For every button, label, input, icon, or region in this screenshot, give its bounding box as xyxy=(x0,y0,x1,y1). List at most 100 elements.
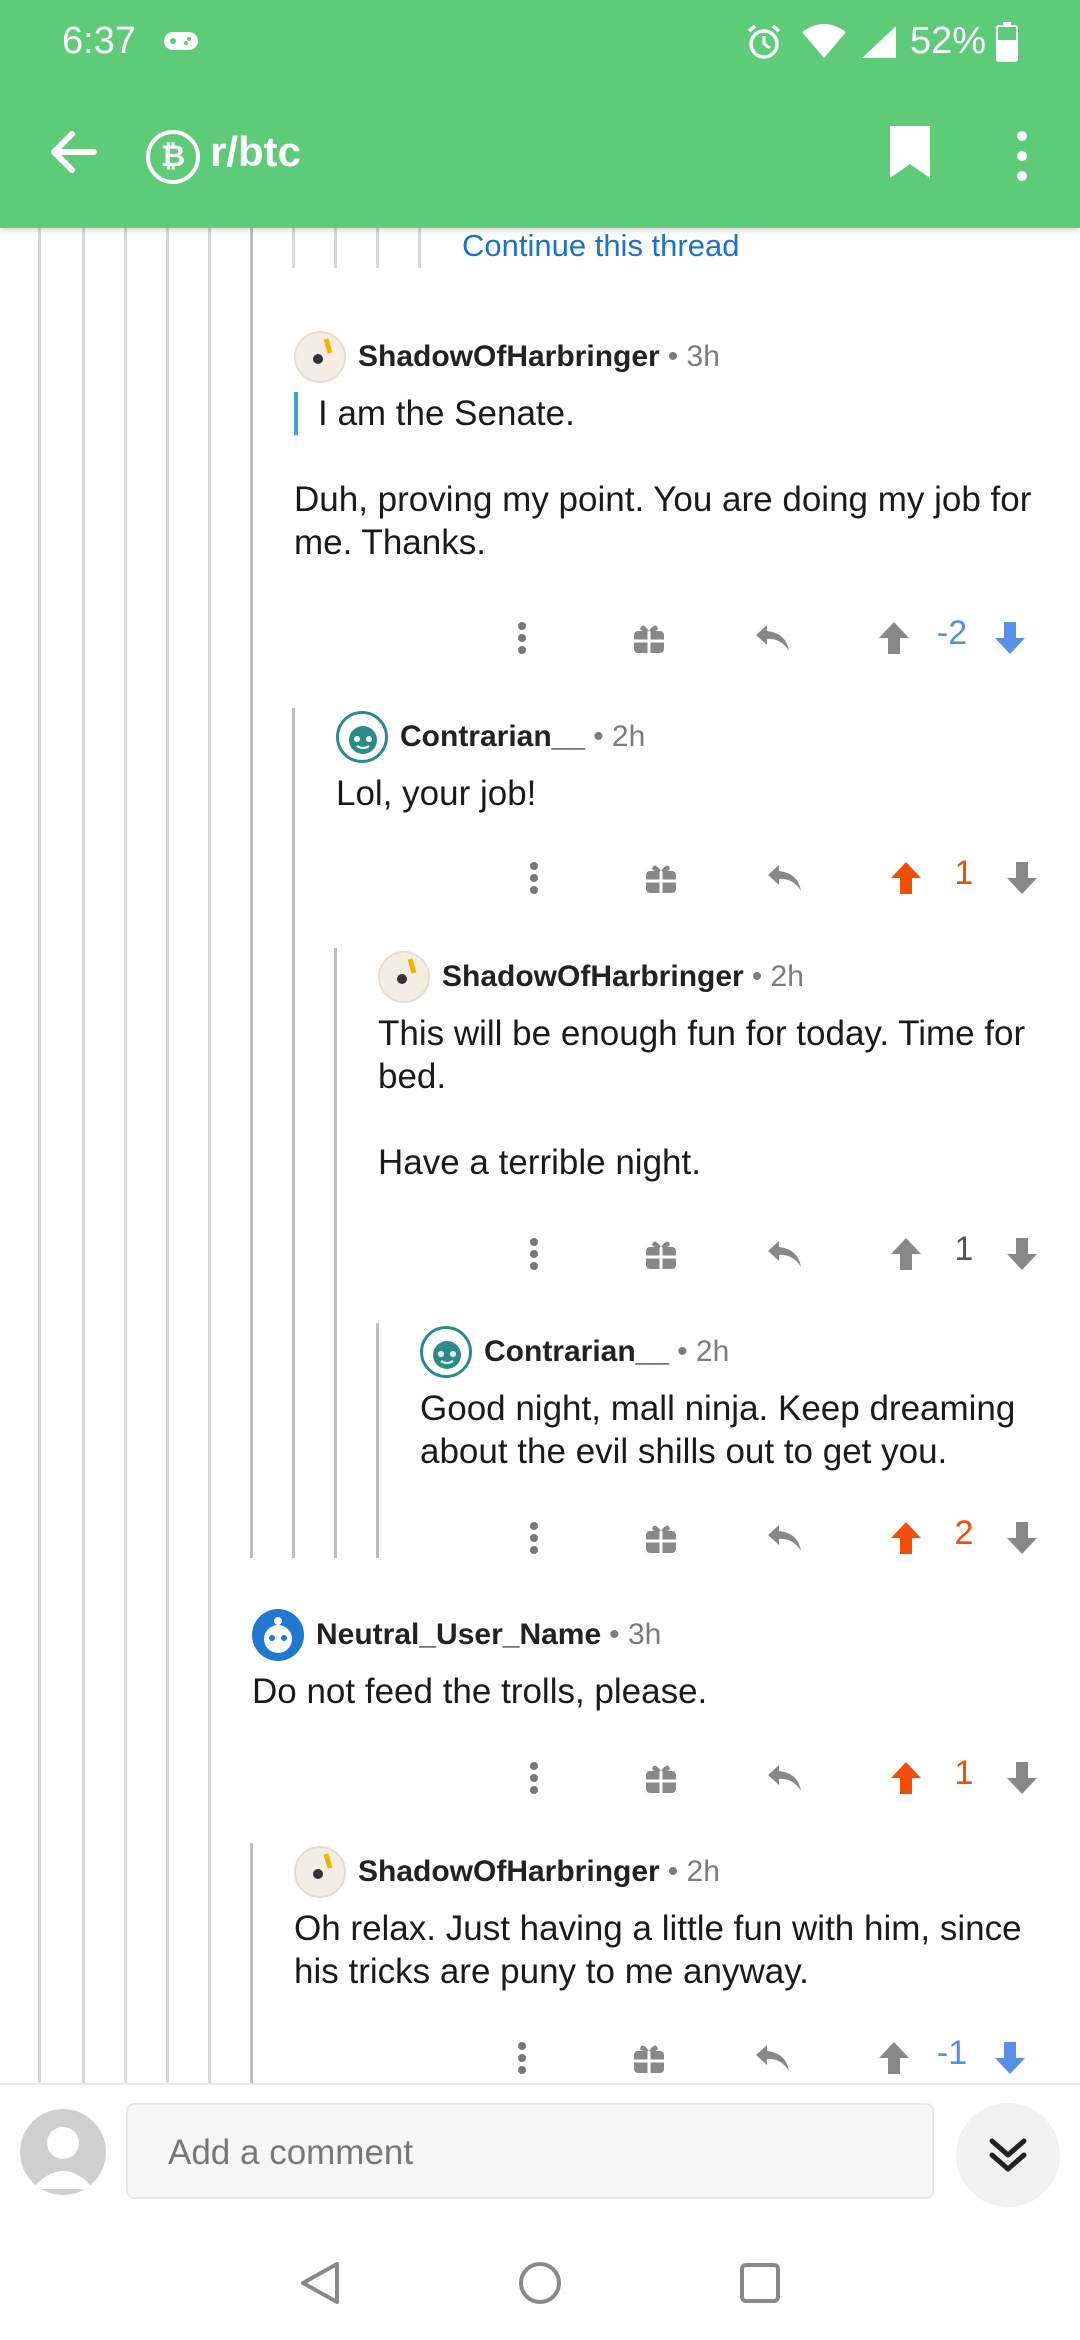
comment-thread[interactable]: Continue this thread ShadowOfHarbringer … xyxy=(0,228,1080,2083)
downvote-icon[interactable] xyxy=(1002,848,1042,908)
thread-line[interactable] xyxy=(376,1323,379,1558)
reply-icon[interactable] xyxy=(748,2028,798,2083)
upvote-icon[interactable] xyxy=(874,608,914,668)
thread-line[interactable] xyxy=(208,228,211,2083)
upvote-icon[interactable] xyxy=(886,1508,926,1568)
comment-body: This will be enough fun for today. Time … xyxy=(378,1012,1068,1184)
comment-time: • 3h xyxy=(609,1618,662,1651)
nav-back-icon[interactable] xyxy=(290,2253,350,2313)
username[interactable]: ShadowOfHarbringer xyxy=(442,960,744,994)
downvote-icon[interactable] xyxy=(1002,1224,1042,1284)
comment-actions: 2 xyxy=(502,1508,1062,1568)
comment: ShadowOfHarbringer • 2h This will be eno… xyxy=(378,948,1068,1184)
comment-paragraph: This will be enough fun for today. Time … xyxy=(378,1014,1026,1096)
thread-line[interactable] xyxy=(166,228,169,2083)
collapse-button[interactable] xyxy=(956,2103,1060,2207)
back-button[interactable] xyxy=(44,122,104,182)
comment: Contrarian__ • 2h Lol, your job! xyxy=(336,708,1056,815)
downvote-icon[interactable] xyxy=(990,608,1030,668)
thread-line[interactable] xyxy=(292,228,295,268)
gift-icon[interactable] xyxy=(636,1508,686,1568)
battery-percent: 52% xyxy=(910,20,987,62)
comment-actions: -2 xyxy=(490,608,1050,668)
thread-line[interactable] xyxy=(292,708,295,1558)
username[interactable]: ShadowOfHarbringer xyxy=(358,1855,660,1889)
time-text: 2h xyxy=(611,720,646,753)
comment-header: ShadowOfHarbringer • 2h xyxy=(294,1843,1064,1901)
more-options-icon[interactable] xyxy=(514,1748,554,1808)
thread-line[interactable] xyxy=(250,228,253,1558)
downvote-icon[interactable] xyxy=(1002,1508,1042,1568)
thread-line[interactable] xyxy=(418,228,421,268)
gift-icon[interactable] xyxy=(636,1748,686,1808)
comment-actions: 1 xyxy=(502,1748,1062,1808)
username[interactable]: Contrarian__ xyxy=(484,1335,669,1369)
overflow-menu-button[interactable] xyxy=(1004,126,1040,186)
upvote-icon[interactable] xyxy=(886,1748,926,1808)
add-comment-input[interactable]: Add a comment xyxy=(126,2103,934,2199)
thread-line[interactable] xyxy=(334,228,337,268)
game-controller-icon xyxy=(162,26,200,61)
comment-time: • 2h xyxy=(667,1855,720,1888)
comment-time: • 2h xyxy=(593,720,646,753)
more-options-icon[interactable] xyxy=(514,1508,554,1568)
comment-body: Oh relax. Just having a little fun with … xyxy=(294,1907,1064,1993)
upvote-icon[interactable] xyxy=(886,1224,926,1284)
comment-time: • 2h xyxy=(751,960,804,993)
gift-icon[interactable] xyxy=(624,2028,674,2083)
thread-line[interactable] xyxy=(376,228,379,268)
gift-icon[interactable] xyxy=(624,608,674,668)
score: 1 xyxy=(954,1754,974,1792)
gift-icon[interactable] xyxy=(636,1224,686,1284)
upvote-icon[interactable] xyxy=(886,848,926,908)
username[interactable]: Neutral_User_Name xyxy=(316,1618,601,1652)
more-options-icon[interactable] xyxy=(514,848,554,908)
comment-header: ShadowOfHarbringer • 3h xyxy=(294,328,1054,386)
avatar[interactable] xyxy=(294,1846,346,1898)
thread-line[interactable] xyxy=(124,228,127,2083)
more-options-icon[interactable] xyxy=(514,1224,554,1284)
downvote-icon[interactable] xyxy=(1002,1748,1042,1808)
app-bar: 6:37 52% ₿ r/btc xyxy=(0,0,1080,228)
reply-icon[interactable] xyxy=(760,848,810,908)
avatar[interactable] xyxy=(420,1326,472,1378)
nav-recents-icon[interactable] xyxy=(730,2253,790,2313)
reply-icon[interactable] xyxy=(760,1748,810,1808)
subreddit-name[interactable]: r/btc xyxy=(210,128,301,176)
reply-icon[interactable] xyxy=(760,1224,810,1284)
thread-line[interactable] xyxy=(82,228,85,2083)
bookmark-button[interactable] xyxy=(884,122,936,182)
more-options-icon[interactable] xyxy=(502,608,542,668)
time-text: 3h xyxy=(628,1618,662,1651)
more-options-icon[interactable] xyxy=(502,2028,542,2083)
username[interactable]: Contrarian__ xyxy=(400,720,585,754)
bitcoin-icon[interactable]: ₿ xyxy=(146,130,200,184)
thread-line[interactable] xyxy=(38,228,41,2083)
upvote-icon[interactable] xyxy=(874,2028,914,2083)
thread-line[interactable] xyxy=(334,948,337,1558)
comment: Neutral_User_Name • 3h Do not feed the t… xyxy=(252,1606,1052,1713)
nav-home-icon[interactable] xyxy=(510,2253,570,2313)
user-avatar[interactable] xyxy=(20,2109,106,2195)
avatar[interactable] xyxy=(294,331,346,383)
gift-icon[interactable] xyxy=(636,848,686,908)
avatar[interactable] xyxy=(336,711,388,763)
avatar[interactable] xyxy=(252,1609,304,1661)
comment-paragraph: Lol, your job! xyxy=(336,774,537,813)
battery-icon xyxy=(996,22,1018,67)
avatar[interactable] xyxy=(378,951,430,1003)
reply-icon[interactable] xyxy=(748,608,798,668)
comment-composer-bar: Add a comment xyxy=(0,2083,1080,2223)
toolbar: ₿ r/btc xyxy=(0,82,1080,228)
comment-paragraph: Good night, mall ninja. Keep dreaming ab… xyxy=(420,1389,1016,1471)
score: -2 xyxy=(936,614,968,652)
reply-icon[interactable] xyxy=(760,1508,810,1568)
comment-body: I am the Senate. Duh, proving my point. … xyxy=(294,392,1054,564)
username[interactable]: ShadowOfHarbringer xyxy=(358,340,660,374)
signal-icon xyxy=(858,24,898,65)
thread-line[interactable] xyxy=(250,1843,253,2083)
comment-header: ShadowOfHarbringer • 2h xyxy=(378,948,1068,1006)
continue-thread-link[interactable]: Continue this thread xyxy=(462,228,739,264)
time-text: 2h xyxy=(686,1855,720,1888)
downvote-icon[interactable] xyxy=(990,2028,1030,2083)
